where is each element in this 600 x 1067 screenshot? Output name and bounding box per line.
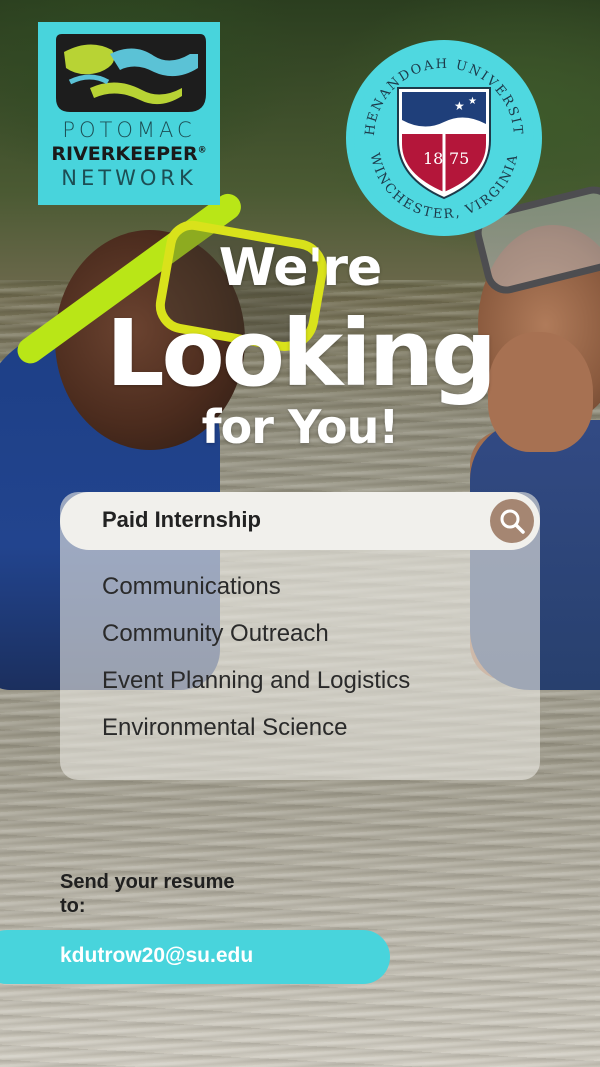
flyer: POTOMAC RIVERKEEPER® NETWORK SHENANDOAH … bbox=[0, 0, 600, 1067]
search-input-value[interactable]: Paid Internship bbox=[102, 507, 261, 533]
headline-looking: Looking bbox=[105, 300, 497, 407]
send-resume-label: Send your resume to: bbox=[60, 871, 235, 917]
email-address-link[interactable]: kdutrow20@su.edu bbox=[60, 944, 253, 968]
search-button[interactable] bbox=[490, 499, 534, 543]
seal-year-left: 18 bbox=[423, 149, 443, 168]
seal-icon: SHENANDOAH UNIVERSITY WINCHESTER, VIRGIN… bbox=[346, 40, 534, 228]
seal-year-right: 75 bbox=[449, 149, 469, 168]
logo-text-potomac: POTOMAC bbox=[62, 118, 196, 142]
headline-for-you: for You! bbox=[201, 400, 400, 454]
shenandoah-university-seal: SHENANDOAH UNIVERSITY WINCHESTER, VIRGIN… bbox=[346, 40, 542, 236]
role-item: Event Planning and Logistics bbox=[102, 667, 411, 694]
headline-were: We're bbox=[218, 238, 383, 298]
role-item: Communications bbox=[102, 573, 281, 600]
role-item: Community Outreach bbox=[102, 620, 329, 647]
svg-text:★: ★ bbox=[468, 96, 477, 107]
internship-roles-list: Communications Community Outreach Event … bbox=[102, 572, 410, 760]
search-icon bbox=[500, 509, 525, 534]
potomac-riverkeeper-logo: POTOMAC RIVERKEEPER® NETWORK bbox=[38, 22, 220, 205]
search-bar[interactable]: Paid Internship bbox=[60, 492, 540, 550]
role-item: Environmental Science bbox=[102, 714, 348, 741]
svg-text:★: ★ bbox=[454, 99, 465, 113]
email-pill[interactable]: kdutrow20@su.edu bbox=[0, 930, 390, 984]
logo-text-network: NETWORK bbox=[61, 166, 197, 190]
logo-text-riverkeeper: RIVERKEEPER® bbox=[51, 143, 207, 165]
river-mark-icon bbox=[56, 34, 206, 112]
